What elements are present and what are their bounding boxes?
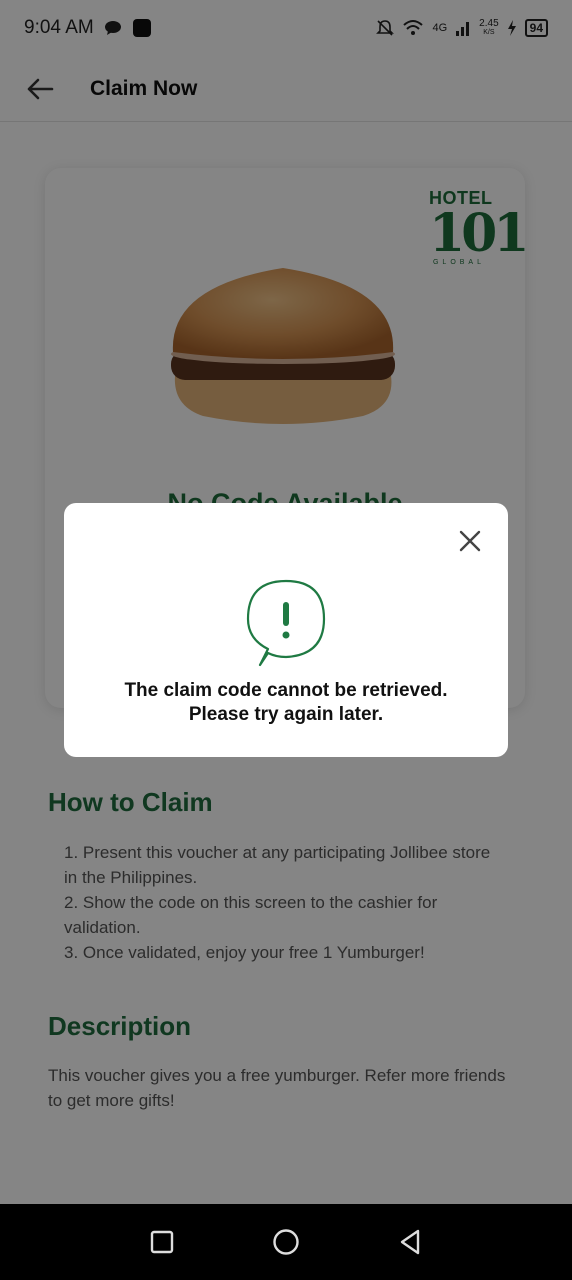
close-icon	[459, 530, 481, 552]
recents-button[interactable]	[137, 1217, 187, 1267]
nav-back-button[interactable]	[385, 1217, 435, 1267]
alert-bubble-icon	[246, 579, 326, 667]
close-button[interactable]	[454, 525, 486, 557]
home-button[interactable]	[261, 1217, 311, 1267]
dialog-message: The claim code cannot be retrieved. Plea…	[124, 680, 448, 725]
system-nav-bar	[0, 1204, 572, 1280]
triangle-back-icon	[400, 1229, 420, 1255]
error-dialog: The claim code cannot be retrieved. Plea…	[64, 503, 508, 757]
square-icon	[150, 1230, 174, 1254]
circle-icon	[273, 1229, 299, 1255]
